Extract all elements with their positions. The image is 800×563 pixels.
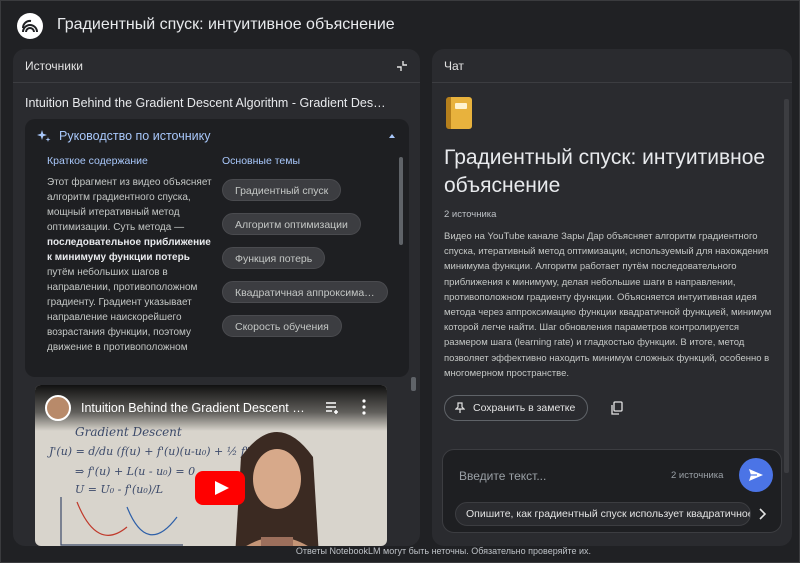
sparkle-icon [37, 130, 51, 142]
save-to-note-button[interactable]: Сохранить в заметке [444, 395, 589, 421]
topic-chip[interactable]: Градиентный спуск [222, 179, 342, 201]
notebook-emoji-icon [446, 97, 472, 129]
graph-sketch [60, 497, 183, 546]
chat-scrollbar[interactable] [784, 99, 789, 473]
app-header: Градиентный спуск: интуитивное объяснени… [1, 1, 800, 49]
topic-chips: Градиентный спуск Алгоритм оптимизации Ф… [222, 179, 397, 349]
topic-chip[interactable]: Алгоритм оптимизации [222, 213, 361, 235]
summary-text-bold: последовательное приближение к минимуму … [47, 237, 211, 263]
disclaimer-footer: Ответы NotebookLM могут быть неточны. Об… [295, 546, 592, 556]
summary-text-end: путём небольших шагов в направлении, про… [47, 267, 198, 353]
topic-chip[interactable]: Функция потерь [222, 247, 326, 269]
video-title[interactable]: Intuition Behind the Gradient Descent … [81, 401, 313, 415]
board-line: U = U₀ - f'(u₀)/L [75, 483, 164, 496]
board-line: ⇒ f'(u) + L(u - u₀) = 0 [75, 465, 196, 478]
source-guide-card: Руководство по источнику Краткое содержа… [25, 119, 409, 377]
notebook-title[interactable]: Градиентный спуск: интуитивное объяснени… [57, 16, 395, 34]
save-to-note-label: Сохранить в заметке [473, 402, 576, 414]
source-guide-title: Руководство по источнику [59, 129, 211, 143]
input-source-count: 2 источника [671, 470, 724, 481]
notebook-heading: Градиентный спуск: интуитивное объяснени… [444, 146, 766, 197]
send-button[interactable] [739, 458, 773, 492]
source-summary-text: Этот фрагмент из видео объясняет алгорит… [47, 175, 215, 365]
chevron-right-icon[interactable] [755, 506, 769, 522]
topic-chip[interactable]: Квадратичная аппроксима… [222, 281, 388, 303]
chat-panel: Чат Градиентный спуск: интуитивное объяс… [432, 49, 792, 546]
guide-scrollbar[interactable] [399, 157, 403, 245]
chevron-up-icon[interactable] [387, 131, 397, 141]
collapse-panel-icon[interactable] [394, 58, 410, 74]
topics-label: Основные темы [222, 155, 301, 167]
sources-panel-header: Источники [13, 49, 420, 83]
more-vert-icon[interactable] [361, 399, 367, 415]
notebooklm-logo-icon[interactable] [17, 13, 43, 39]
notebook-summary: Видео на YouTube канале Зары Дар объясня… [444, 231, 772, 379]
source-count[interactable]: 2 источника [444, 209, 496, 220]
sources-panel-title: Источники [25, 58, 83, 73]
chat-input[interactable] [459, 466, 659, 486]
app-window: Градиентный спуск: интуитивное объяснени… [0, 0, 800, 563]
suggested-question[interactable]: Опишите, как градиентный спуск используе… [455, 502, 751, 526]
chat-input-box: 2 источника Опишите, как градиентный спу… [442, 449, 782, 533]
source-guide-header[interactable]: Руководство по источнику [37, 129, 210, 143]
summary-label: Краткое содержание [47, 155, 148, 167]
chat-panel-header: Чат [432, 49, 792, 83]
channel-avatar[interactable] [45, 395, 71, 421]
send-icon [749, 469, 763, 481]
sources-panel: Источники Intuition Behind the Gradient … [13, 49, 420, 546]
sources-scrollbar[interactable] [411, 377, 416, 391]
topic-chip[interactable]: Скорость обучения [222, 315, 342, 337]
pin-icon [455, 402, 465, 413]
summary-text-start: Этот фрагмент из видео объясняет алгорит… [47, 177, 212, 233]
youtube-video-player[interactable]: Gradient Descent J'(u) = d/du (f(u) + f'… [35, 385, 387, 546]
chat-panel-title: Чат [444, 58, 464, 73]
playlist-add-icon[interactable] [325, 401, 341, 415]
copy-icon[interactable] [610, 401, 624, 415]
youtube-play-button[interactable] [195, 471, 245, 505]
source-title[interactable]: Intuition Behind the Gradient Descent Al… [25, 96, 409, 110]
